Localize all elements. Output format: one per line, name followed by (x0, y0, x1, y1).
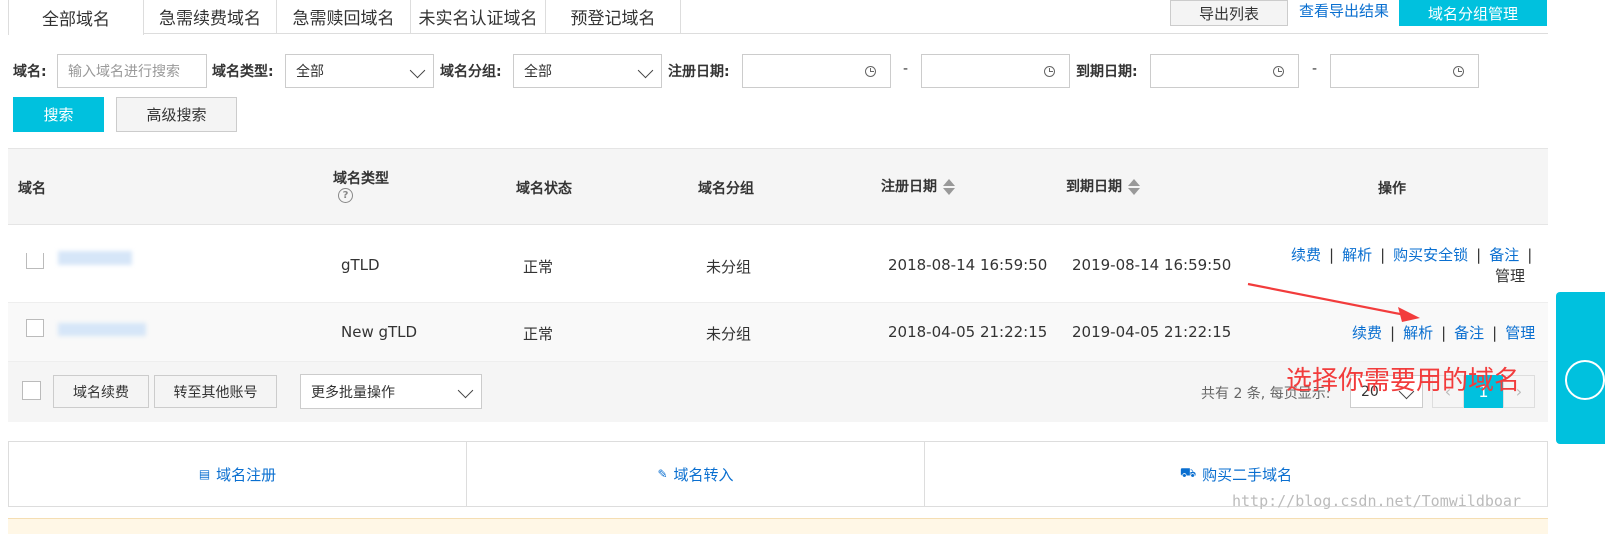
col-status: 域名状态 (516, 181, 572, 197)
domain-label: 域名: (13, 64, 47, 80)
redacted-domain (58, 323, 146, 336)
register-card[interactable]: ▤ 域名注册 (8, 441, 467, 507)
chevron-down-icon (457, 382, 474, 399)
row-exp-date: 2019-04-05 21:22:15 (1072, 323, 1232, 341)
sort-icon[interactable] (943, 178, 955, 196)
transfer-in-card[interactable]: ✎ 域名转入 (466, 441, 925, 507)
card-label: 购买二手域名 (1202, 465, 1293, 484)
row-checkbox[interactable] (26, 253, 44, 269)
clock-icon (1453, 66, 1464, 77)
reg-date-start[interactable] (742, 54, 891, 88)
type-select[interactable]: 全部 (285, 54, 434, 88)
tab-label: 预登记域名 (570, 9, 656, 29)
note-link[interactable]: 备注 (1489, 246, 1519, 264)
tab-all-domains[interactable]: 全部域名 (8, 0, 144, 35)
manage-link[interactable]: 管理 (1495, 265, 1525, 286)
tab-label: 全部域名 (42, 10, 110, 30)
notice-bar (8, 518, 1548, 534)
separator: | (1329, 246, 1335, 264)
row-group: 未分组 (706, 258, 752, 276)
annotation-arrow (1247, 282, 1420, 322)
exp-date-label: 到期日期: (1076, 64, 1138, 80)
col-label: 到期日期 (1066, 179, 1122, 195)
tab-urgent-redeem[interactable]: 急需赎回域名 (276, 0, 411, 34)
separator: | (1527, 246, 1533, 264)
tab-unverified[interactable]: 未实名认证域名 (410, 0, 546, 34)
chevron-down-icon (409, 62, 426, 79)
export-list-button[interactable]: 导出列表 (1170, 0, 1288, 26)
separator: | (1476, 246, 1482, 264)
date-dash: - (903, 61, 909, 77)
watermark: http://blog.csdn.net/Tomwildboar (1232, 492, 1521, 510)
card-label: 域名注册 (216, 465, 277, 484)
renew-link[interactable]: 续费 (1291, 246, 1321, 264)
note-link[interactable]: 备注 (1454, 324, 1484, 342)
separator: | (1380, 246, 1386, 264)
chevron-down-icon (637, 62, 654, 79)
row-checkbox[interactable] (26, 319, 44, 337)
edit-icon: ✎ (657, 467, 668, 481)
tab-label: 急需续费域名 (159, 9, 261, 29)
exp-date-start[interactable] (1150, 54, 1299, 88)
col-exp-date[interactable]: 到期日期 (1066, 176, 1140, 196)
cart-icon: ⛟ (1179, 465, 1197, 481)
date-dash: - (1312, 61, 1318, 77)
col-group: 域名分组 (698, 181, 754, 197)
bulk-renew-button[interactable]: 域名续费 (53, 375, 149, 408)
tab-urgent-renew[interactable]: 急需续费域名 (143, 0, 277, 34)
help-icon[interactable]: ? (338, 188, 353, 203)
clock-icon (1044, 66, 1055, 77)
redacted-domain (58, 251, 132, 265)
reg-date-end[interactable] (921, 54, 1070, 88)
separator: | (1441, 324, 1447, 342)
calendar-icon: ▤ (198, 467, 211, 481)
type-label: 域名类型: (212, 64, 274, 80)
clock-icon (1273, 66, 1284, 77)
row-type: gTLD (341, 256, 380, 274)
row-reg-date: 2018-04-05 21:22:15 (888, 323, 1048, 341)
view-export-link[interactable]: 查看导出结果 (1299, 0, 1389, 21)
row-exp-date: 2019-08-14 16:59:50 (1072, 256, 1232, 274)
clock-icon (865, 66, 876, 77)
row-status: 正常 (523, 325, 554, 343)
row-status: 正常 (523, 258, 554, 276)
card-label: 域名转入 (673, 465, 734, 484)
col-ops: 操作 (1378, 181, 1406, 197)
col-type: 域名类型 (333, 171, 389, 187)
placeholder: 输入域名进行搜索 (68, 64, 180, 80)
exp-date-end[interactable] (1330, 54, 1479, 88)
bulk-transfer-button[interactable]: 转至其他账号 (154, 375, 277, 408)
domain-search-input[interactable]: 输入域名进行搜索 (57, 54, 207, 88)
group-select[interactable]: 全部 (513, 54, 662, 88)
tab-label: 急需赎回域名 (292, 9, 395, 29)
annotation-text: 选择你需要用的域名 (1286, 366, 1521, 396)
group-manage-button[interactable]: 域名分组管理 (1399, 0, 1547, 26)
sort-icon[interactable] (1128, 178, 1140, 196)
advanced-search-button[interactable]: 高级搜索 (116, 97, 237, 132)
tab-label: 未实名认证域名 (418, 9, 538, 29)
tab-divider (144, 33, 1548, 34)
col-domain: 域名 (18, 181, 46, 197)
more-bulk-select[interactable]: 更多批量操作 (300, 374, 482, 409)
select-value: 全部 (524, 64, 552, 80)
tab-preregister[interactable]: 预登记域名 (545, 0, 681, 34)
col-label: 注册日期 (881, 179, 937, 195)
help-circle-icon (1565, 360, 1605, 400)
row-reg-date: 2018-08-14 16:59:50 (888, 256, 1048, 274)
select-value: 更多批量操作 (311, 384, 395, 401)
reg-date-label: 注册日期: (668, 64, 730, 80)
select-value: 全部 (296, 64, 324, 80)
resolve-link[interactable]: 解析 (1342, 246, 1372, 264)
row-group: 未分组 (706, 325, 752, 343)
manage-link[interactable]: 管理 (1505, 324, 1535, 342)
group-label: 域名分组: (440, 64, 502, 80)
search-button[interactable]: 搜索 (13, 97, 104, 132)
col-reg-date[interactable]: 注册日期 (881, 176, 955, 196)
buy-lock-link[interactable]: 购买安全锁 (1393, 246, 1468, 264)
table-header (8, 148, 1548, 225)
separator: | (1492, 324, 1498, 342)
select-all-checkbox[interactable] (22, 381, 41, 400)
row-type: New gTLD (341, 323, 418, 341)
row-actions: 续费 | 解析 | 购买安全锁 | 备注 | (1291, 244, 1540, 265)
